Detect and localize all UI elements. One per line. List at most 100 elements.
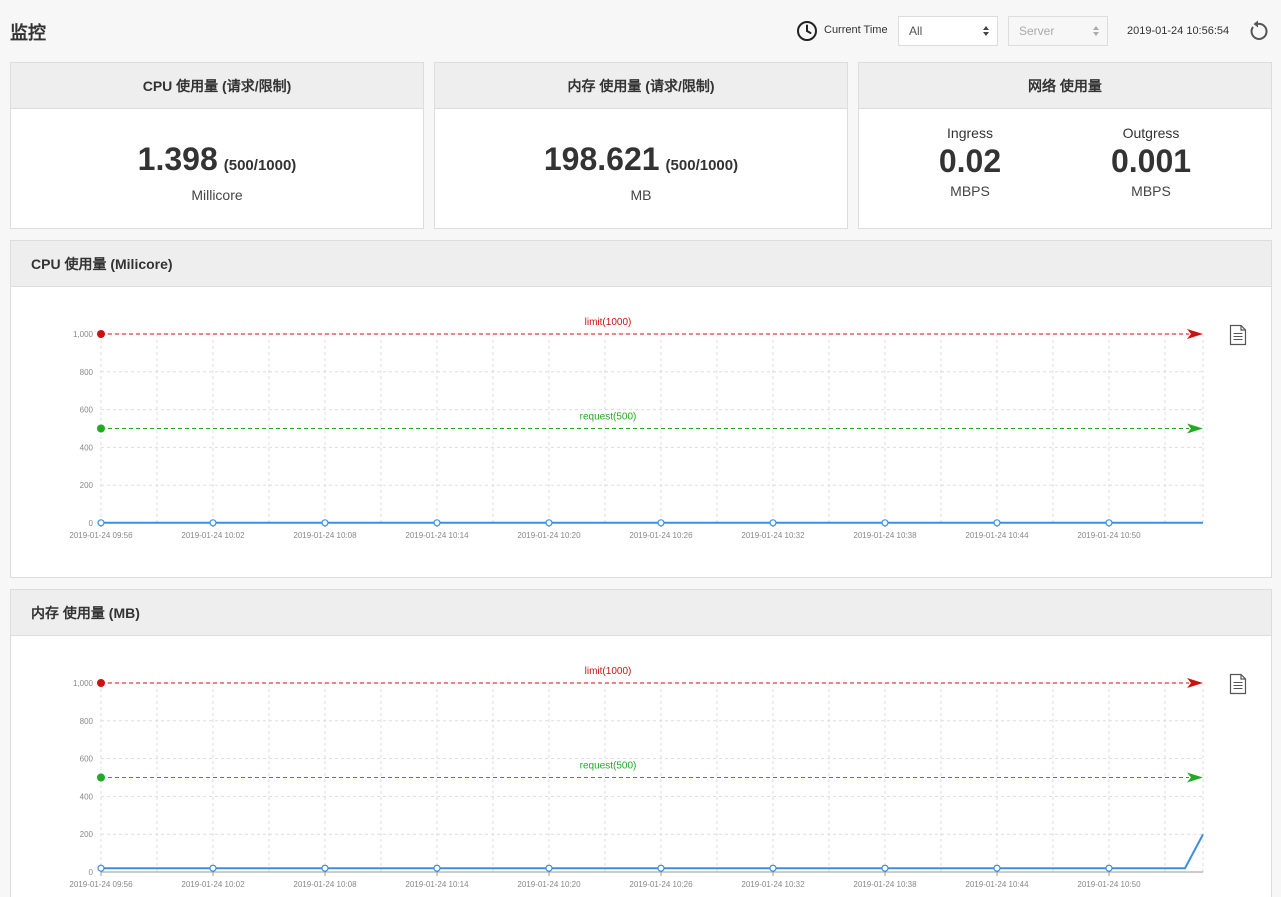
x-tick-label: 2019-01-24 10:02 [181, 531, 245, 540]
network-usage-card: 网络 使用量 Ingress 0.02 MBPS Outgress 0.001 … [858, 62, 1272, 229]
x-tick-label: 2019-01-24 10:08 [293, 880, 357, 889]
timestamp: 2019-01-24 10:56:54 [1127, 25, 1230, 37]
y-tick-label: 600 [80, 406, 94, 415]
export-document-icon[interactable] [1229, 673, 1247, 695]
y-tick-label: 0 [89, 519, 94, 528]
y-tick-label: 800 [80, 717, 94, 726]
y-tick-label: 600 [80, 755, 94, 764]
page-title: 监控 [10, 23, 46, 43]
chart-title: CPU 使用量 (Milicore) [11, 241, 1271, 287]
x-tick-label: 2019-01-24 09:56 [69, 880, 133, 889]
y-tick-label: 200 [80, 830, 94, 839]
y-tick-label: 1,000 [73, 330, 94, 339]
series-point [433, 519, 441, 527]
x-tick-label: 2019-01-24 10:32 [741, 531, 805, 540]
cpu-stat: 1.398 (500/1000) [11, 141, 423, 178]
x-tick-label: 2019-01-24 10:20 [517, 531, 581, 540]
y-tick-label: 1,000 [73, 679, 94, 688]
series-point [881, 519, 889, 527]
outgress-label: Outgress [1122, 125, 1180, 141]
series-point [1105, 519, 1113, 527]
x-tick-label: 2019-01-24 10:26 [629, 880, 693, 889]
series-line [101, 833, 1204, 870]
select-arrows-icon [1093, 26, 1099, 36]
ingress-unit: MBPS [950, 183, 990, 199]
x-tick-label: 2019-01-24 10:14 [405, 880, 469, 889]
x-tick-label: 2019-01-24 10:14 [405, 531, 469, 540]
cpu-unit: Millicore [191, 187, 243, 203]
series-point [993, 864, 1001, 872]
request-label: request(500) [580, 412, 637, 423]
range-select[interactable]: All [898, 16, 998, 46]
outgress-unit: MBPS [1131, 183, 1171, 199]
limit-start-dot [97, 679, 105, 687]
x-tick-label: 2019-01-24 10:50 [1077, 531, 1141, 540]
memory-chart: 0 200 400 600 800 1,000 2019-01-24 09:56 2019-0… [69, 666, 1204, 889]
outgress-value: 0.001 [1110, 143, 1192, 179]
y-tick-label: 800 [80, 368, 94, 377]
cpu-usage-card: CPU 使用量 (请求/限制) 1.398 (500/1000) Millicor… [10, 62, 424, 229]
x-tick-label: 2019-01-24 10:20 [517, 880, 581, 889]
series-point [97, 519, 105, 527]
server-select[interactable]: Server [1008, 16, 1108, 46]
y-tick-label: 400 [80, 792, 94, 801]
x-tick-label: 2019-01-24 10:44 [965, 531, 1029, 540]
series-point [657, 864, 665, 872]
chart-title: 内存 使用量 (MB) [11, 590, 1271, 636]
memory-chart-card: 内存 使用量 (MB) 0 200 400 600 800 1,000 2019-01-24… [10, 589, 1272, 897]
series-point [1105, 864, 1113, 872]
x-tick-label: 2019-01-24 10:50 [1077, 880, 1141, 889]
series-point [993, 519, 1001, 527]
limit-label: limit(1000) [585, 317, 632, 328]
ingress-label: Ingress [947, 125, 993, 141]
series-point [97, 864, 105, 872]
series-point [545, 864, 553, 872]
current-time-label: Current Time [824, 24, 888, 36]
request-start-dot [97, 773, 105, 782]
y-tick-label: 200 [80, 481, 94, 490]
memory-unit: MB [630, 187, 652, 203]
x-tick-label: 2019-01-24 10:02 [181, 880, 245, 889]
ingress-value: 0.02 [938, 143, 1002, 179]
header: 监控 Current Time All Server 2019-01-24 10… [0, 0, 1281, 62]
limit-label: limit(1000) [585, 666, 632, 677]
export-document-icon[interactable] [1229, 324, 1247, 346]
outgress-stat: Outgress 0.001 MBPS [1051, 125, 1251, 199]
refresh-icon[interactable] [1246, 19, 1270, 43]
x-tick-label: 2019-01-24 10:38 [853, 531, 917, 540]
select-arrows-icon [983, 26, 989, 36]
x-tick-label: 2019-01-24 10:44 [965, 880, 1029, 889]
cpu-chart: 0 200 400 600 800 1,000 2019-01-24 09:56 2019-0… [69, 317, 1204, 540]
series-point [657, 519, 665, 527]
series-point [769, 864, 777, 872]
clock-icon [797, 21, 817, 41]
cpu-chart-card: CPU 使用量 (Milicore) 0 200 400 600 800 1,000 201… [10, 240, 1272, 578]
memory-value: 198.621 [543, 141, 660, 177]
memory-usage-card: 内存 使用量 (请求/限制) 198.621 (500/1000) MB [434, 62, 848, 229]
x-tick-label: 2019-01-24 10:38 [853, 880, 917, 889]
memory-stat: 198.621 (500/1000) [435, 141, 847, 178]
series-point [433, 864, 441, 872]
request-label: request(500) [580, 761, 637, 772]
x-tick-label: 2019-01-24 10:26 [629, 531, 693, 540]
series-point [209, 864, 217, 872]
cpu-ratio: (500/1000) [223, 157, 297, 174]
cpu-value: 1.398 [137, 141, 218, 177]
card-title: 网络 使用量 [859, 63, 1271, 109]
x-tick-label: 2019-01-24 09:56 [69, 531, 133, 540]
series-point [881, 864, 889, 872]
memory-ratio: (500/1000) [665, 157, 739, 174]
x-tick-label: 2019-01-24 10:08 [293, 531, 357, 540]
range-select-value: All [909, 24, 923, 38]
series-point [209, 519, 217, 527]
request-arrow [1187, 423, 1203, 434]
series-point [545, 519, 553, 527]
series-point [769, 519, 777, 527]
server-select-value: Server [1019, 24, 1055, 38]
request-arrow [1187, 772, 1203, 783]
ingress-stat: Ingress 0.02 MBPS [870, 125, 1070, 199]
y-tick-label: 0 [89, 868, 94, 877]
series-point [321, 519, 329, 527]
series-point [321, 864, 329, 872]
request-start-dot [97, 424, 105, 433]
